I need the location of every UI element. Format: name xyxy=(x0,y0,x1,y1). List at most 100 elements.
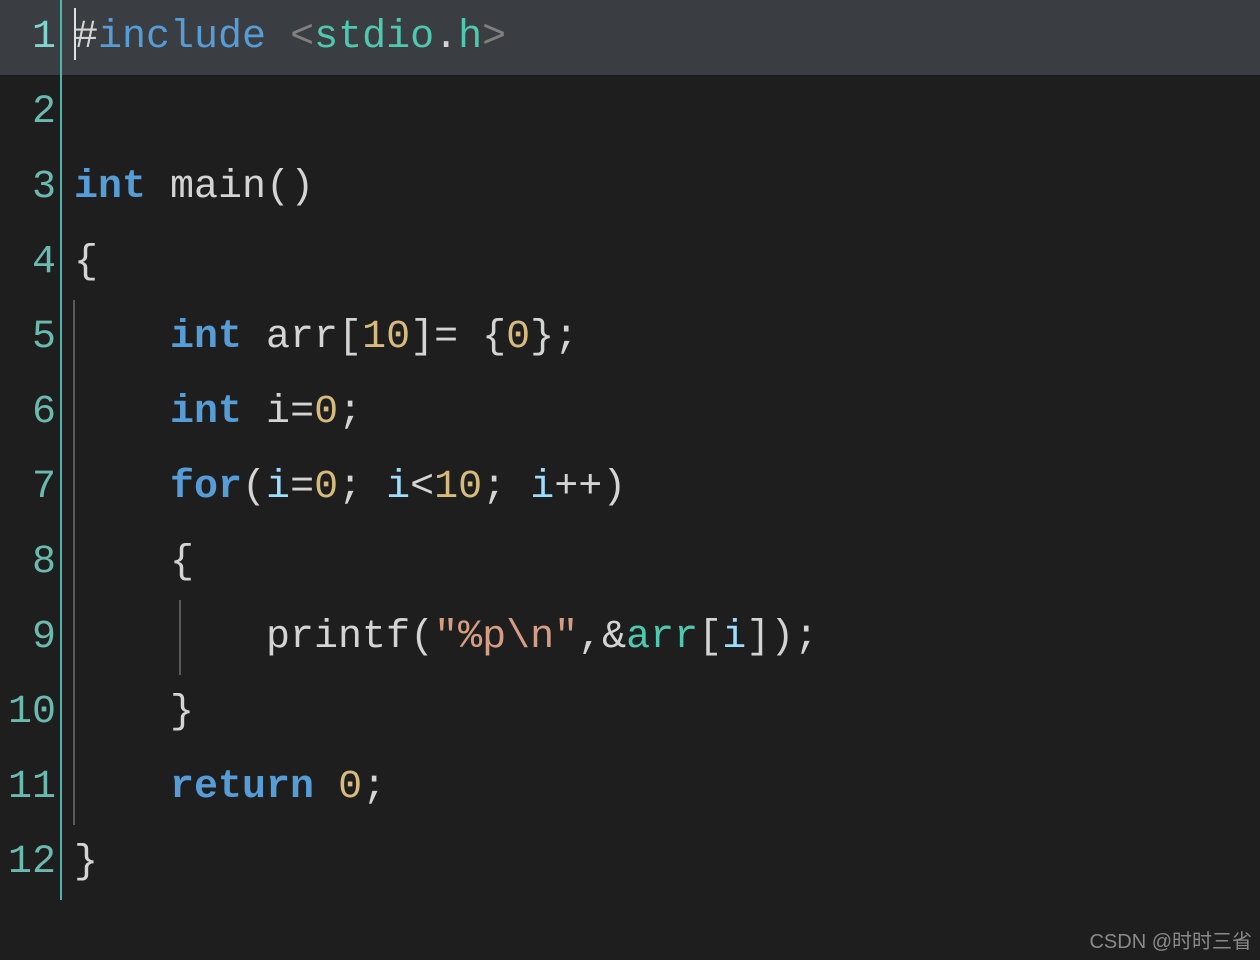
code-content[interactable]: int main() xyxy=(62,150,314,225)
tok xyxy=(146,165,170,210)
tok: ++ xyxy=(554,465,602,510)
tok xyxy=(74,615,266,660)
indent-guide xyxy=(179,600,181,675)
tok: [ xyxy=(698,615,722,660)
tok xyxy=(74,390,170,435)
tok: ; xyxy=(482,465,506,510)
tok: " xyxy=(554,615,578,660)
tok: > xyxy=(482,15,506,60)
line-number: 11 xyxy=(0,750,62,825)
tok: int xyxy=(170,390,242,435)
tok xyxy=(74,315,170,360)
tok: } xyxy=(74,840,98,885)
code-line[interactable]: 8 { xyxy=(0,525,1260,600)
tok: 0 xyxy=(506,315,530,360)
code-line[interactable]: 2 xyxy=(0,75,1260,150)
code-content[interactable]: return 0; xyxy=(62,750,386,825)
line-number: 6 xyxy=(0,375,62,450)
tok xyxy=(506,465,530,510)
tok: i xyxy=(266,390,290,435)
line-number: 9 xyxy=(0,600,62,675)
tok: } xyxy=(170,690,194,735)
line-number: 2 xyxy=(0,75,62,150)
text-cursor xyxy=(74,8,76,60)
code-content[interactable]: { xyxy=(62,525,194,600)
indent-guide xyxy=(73,300,75,375)
tok xyxy=(314,765,338,810)
tok: , xyxy=(578,615,602,660)
tok xyxy=(74,690,170,735)
line-number: 5 xyxy=(0,300,62,375)
indent-guide xyxy=(73,750,75,825)
tok: 0 xyxy=(338,765,362,810)
code-line[interactable]: 4 { xyxy=(0,225,1260,300)
tok xyxy=(74,465,170,510)
code-line[interactable]: 6 int i=0; xyxy=(0,375,1260,450)
code-content[interactable]: } xyxy=(62,825,98,900)
code-line[interactable]: 3 int main() xyxy=(0,150,1260,225)
tok: 0 xyxy=(314,465,338,510)
line-number: 8 xyxy=(0,525,62,600)
tok: 10 xyxy=(362,315,410,360)
tok: i xyxy=(530,465,554,510)
tok: { xyxy=(170,540,194,585)
tok xyxy=(242,315,266,360)
tok: ; xyxy=(362,765,386,810)
code-line[interactable]: 1 #include <stdio.h> xyxy=(0,0,1260,75)
code-content[interactable]: int arr[10]= {0}; xyxy=(62,300,578,375)
code-content[interactable]: for(i=0; i<10; i++) xyxy=(62,450,626,525)
indent-guide xyxy=(73,525,75,600)
code-content[interactable]: #include <stdio.h> xyxy=(62,0,506,75)
tok: ) xyxy=(290,165,314,210)
code-content[interactable]: int i=0; xyxy=(62,375,362,450)
tok: ) xyxy=(602,465,626,510)
tok: ; xyxy=(794,615,818,660)
tok: %p xyxy=(458,615,506,660)
code-line[interactable]: 7 for(i=0; i<10; i++) xyxy=(0,450,1260,525)
tok: ; xyxy=(338,465,362,510)
tok: int xyxy=(74,165,146,210)
indent-guide xyxy=(73,600,75,675)
tok: < xyxy=(410,465,434,510)
tok: ] xyxy=(410,315,434,360)
code-content[interactable]: } xyxy=(62,675,194,750)
tok: & xyxy=(602,615,626,660)
tok: ( xyxy=(266,165,290,210)
tok: { xyxy=(74,240,98,285)
code-content[interactable] xyxy=(62,75,74,150)
tok: < xyxy=(290,15,314,60)
code-line[interactable]: 11 return 0; xyxy=(0,750,1260,825)
indent-guide xyxy=(73,375,75,450)
tok: i xyxy=(386,465,410,510)
code-line[interactable]: 9 printf("%p\n",&arr[i]); xyxy=(0,600,1260,675)
code-content[interactable]: printf("%p\n",&arr[i]); xyxy=(62,600,818,675)
tok: = xyxy=(434,315,458,360)
tok: printf xyxy=(266,615,410,660)
line-number: 3 xyxy=(0,150,62,225)
tok: [ xyxy=(338,315,362,360)
tok: } xyxy=(530,315,554,360)
line-number: 12 xyxy=(0,825,62,900)
tok: stdio xyxy=(314,15,434,60)
tok: " xyxy=(434,615,458,660)
line-number: 10 xyxy=(0,675,62,750)
tok: ( xyxy=(410,615,434,660)
tok: return xyxy=(170,765,314,810)
line-number: 1 xyxy=(0,0,62,75)
tok: { xyxy=(482,315,506,360)
tok: \n xyxy=(506,615,554,660)
indent-guide xyxy=(73,450,75,525)
code-content[interactable]: { xyxy=(62,225,98,300)
code-line[interactable]: 5 int arr[10]= {0}; xyxy=(0,300,1260,375)
tok: 10 xyxy=(434,465,482,510)
watermark: CSDN @时时三省 xyxy=(1089,925,1252,954)
tok xyxy=(74,540,170,585)
tok: arr xyxy=(626,615,698,660)
tok: h xyxy=(458,15,482,60)
code-line[interactable]: 12 } xyxy=(0,825,1260,900)
tok: # xyxy=(74,15,98,60)
tok: = xyxy=(290,465,314,510)
code-editor[interactable]: 1 #include <stdio.h> 2 3 int main() 4 { … xyxy=(0,0,1260,960)
code-line[interactable]: 10 } xyxy=(0,675,1260,750)
tok: ; xyxy=(338,390,362,435)
